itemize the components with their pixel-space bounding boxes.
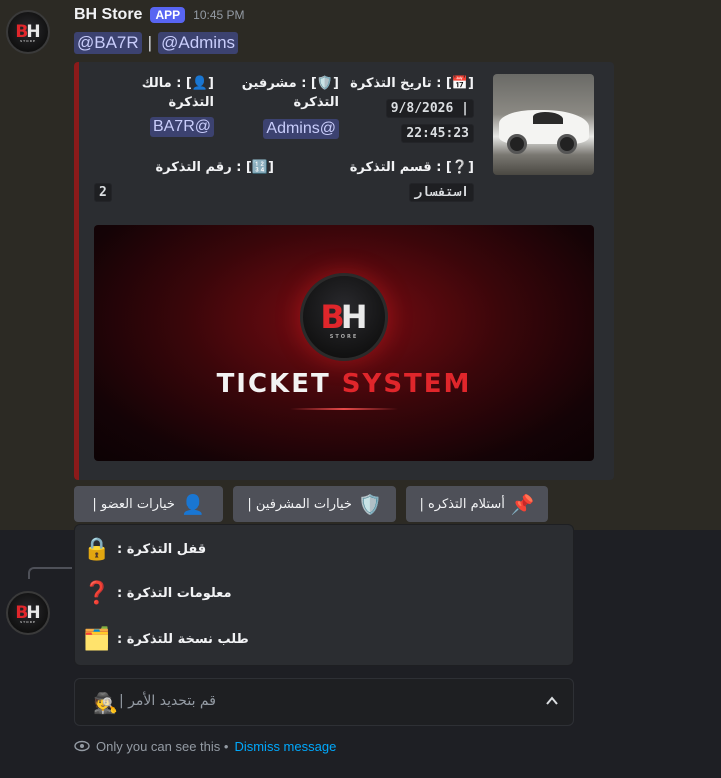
folder-icon: 🗂️ xyxy=(83,626,111,652)
chevron-up-icon xyxy=(546,696,558,705)
bot-avatar-2[interactable]: B H STORE xyxy=(6,591,50,635)
mention-user[interactable]: @BA7R xyxy=(74,32,142,54)
field-date-value: 9/8/2026 | 22:45:23 xyxy=(344,97,474,143)
dropdown-item-label: معلومات التذكرة : xyxy=(117,585,232,601)
pushpin-icon: 📌 xyxy=(510,493,535,516)
title-system: SYSTEM xyxy=(341,369,472,399)
member-options-button[interactable]: 👤 خيارات العضو | xyxy=(74,486,223,522)
field-supervisors-name: [🛡️] : مشرفين التذكرة xyxy=(241,76,339,110)
dropdown-item-transcript[interactable]: 🗂️ طلب نسخة للتذكرة : xyxy=(73,619,573,659)
ephemeral-note: Only you can see this • Dismiss message xyxy=(74,738,336,754)
field-supervisors-value: @Admins xyxy=(239,118,339,139)
reply-connector xyxy=(28,567,72,579)
logo-sub: STORE xyxy=(329,334,359,340)
category-code: استفسار xyxy=(409,183,474,202)
embed-thumbnail[interactable] xyxy=(493,74,594,175)
field-owner: [👤] : مالك التذكرة @BA7R xyxy=(94,74,214,137)
bot-avatar[interactable]: B H STORE xyxy=(6,10,50,54)
title-underline xyxy=(290,408,398,410)
member-options-label: خيارات العضو | xyxy=(92,496,175,512)
field-category-value: استفسار xyxy=(344,181,474,202)
mention-role[interactable]: @Admins xyxy=(158,32,239,54)
dropdown-item-info[interactable]: ❓ معلومات التذكرة : xyxy=(73,573,573,613)
car-wheel xyxy=(557,134,577,154)
field-date-name: [📅] : تاريخ التذكرة xyxy=(350,76,474,91)
ephemeral-text: Only you can see this • xyxy=(96,738,229,754)
supervisor-options-button[interactable]: 🛡️ خيارات المشرفين | xyxy=(233,486,396,522)
owner-mention[interactable]: @BA7R xyxy=(149,117,214,137)
field-category-name: [❔] : قسم التذكرة xyxy=(349,160,474,175)
supervisor-options-label: خيارات المشرفين | xyxy=(247,496,352,512)
field-number: [🔢] : رقم التذكرة 2 xyxy=(94,158,274,202)
bot-name[interactable]: BH Store xyxy=(74,6,142,24)
field-owner-name: [👤] : مالك التذكرة xyxy=(141,76,214,110)
title-ticket: TICKET xyxy=(216,369,331,399)
avatar-sub: STORE xyxy=(19,620,37,624)
field-date: [📅] : تاريخ التذكرة 9/8/2026 | 22:45:23 xyxy=(344,74,474,143)
command-select[interactable]: 🕵️ قم بتحديد الأمر | xyxy=(74,678,574,726)
avatar-sub: STORE xyxy=(19,39,37,43)
car-wheel xyxy=(507,134,527,154)
claim-ticket-label: أستلام التذكره | xyxy=(419,496,505,512)
select-dropdown-menu: 🔒 قفل التذكرة : ❓ معلومات التذكرة : 🗂️ ط… xyxy=(74,524,574,666)
message-time: 10:45 PM xyxy=(193,8,245,22)
lock-icon: 🔒 xyxy=(83,536,111,562)
shield-icon: 🛡️ xyxy=(357,493,382,516)
question-icon: ❓ xyxy=(83,580,111,606)
field-owner-value: @BA7R xyxy=(94,116,214,137)
supervisors-mention[interactable]: @Admins xyxy=(263,119,339,139)
message-header: BH Store APP 10:45 PM xyxy=(74,6,245,24)
ticket-system-title: TICKET SYSTEM xyxy=(94,369,594,399)
logo-letter-h: H xyxy=(340,298,368,336)
field-number-value: 2 xyxy=(94,181,274,202)
user-icon: 👤 xyxy=(180,493,205,516)
field-supervisors: [🛡️] : مشرفين التذكرة @Admins xyxy=(239,74,339,139)
number-code: 2 xyxy=(94,183,112,202)
store-logo: B H STORE xyxy=(300,273,388,361)
field-category: [❔] : قسم التذكرة استفسار xyxy=(344,158,474,202)
eye-icon xyxy=(74,740,90,752)
app-badge: APP xyxy=(150,7,186,23)
dropdown-item-lock[interactable]: 🔒 قفل التذكرة : xyxy=(73,529,573,569)
dropdown-item-label: طلب نسخة للتذكرة : xyxy=(117,631,249,647)
select-placeholder: قم بتحديد الأمر | xyxy=(119,693,216,709)
claim-ticket-button[interactable]: 📌 أستلام التذكره | xyxy=(406,486,548,522)
ticket-embed: [📅] : تاريخ التذكرة 9/8/2026 | 22:45:23 … xyxy=(74,62,614,480)
detective-icon: 🕵️ xyxy=(93,691,118,715)
dismiss-message-link[interactable]: Dismiss message xyxy=(234,739,336,754)
embed-image[interactable]: B H STORE TICKET SYSTEM xyxy=(94,225,594,461)
time-code: 22:45:23 xyxy=(401,124,474,143)
field-number-name: [🔢] : رقم التذكرة xyxy=(155,160,274,175)
car-window xyxy=(533,112,563,124)
mention-separator: | xyxy=(147,33,153,52)
dropdown-item-label: قفل التذكرة : xyxy=(117,541,207,557)
date-code: 9/8/2026 | xyxy=(385,99,474,118)
message-content: @BA7R | @Admins xyxy=(74,32,239,54)
